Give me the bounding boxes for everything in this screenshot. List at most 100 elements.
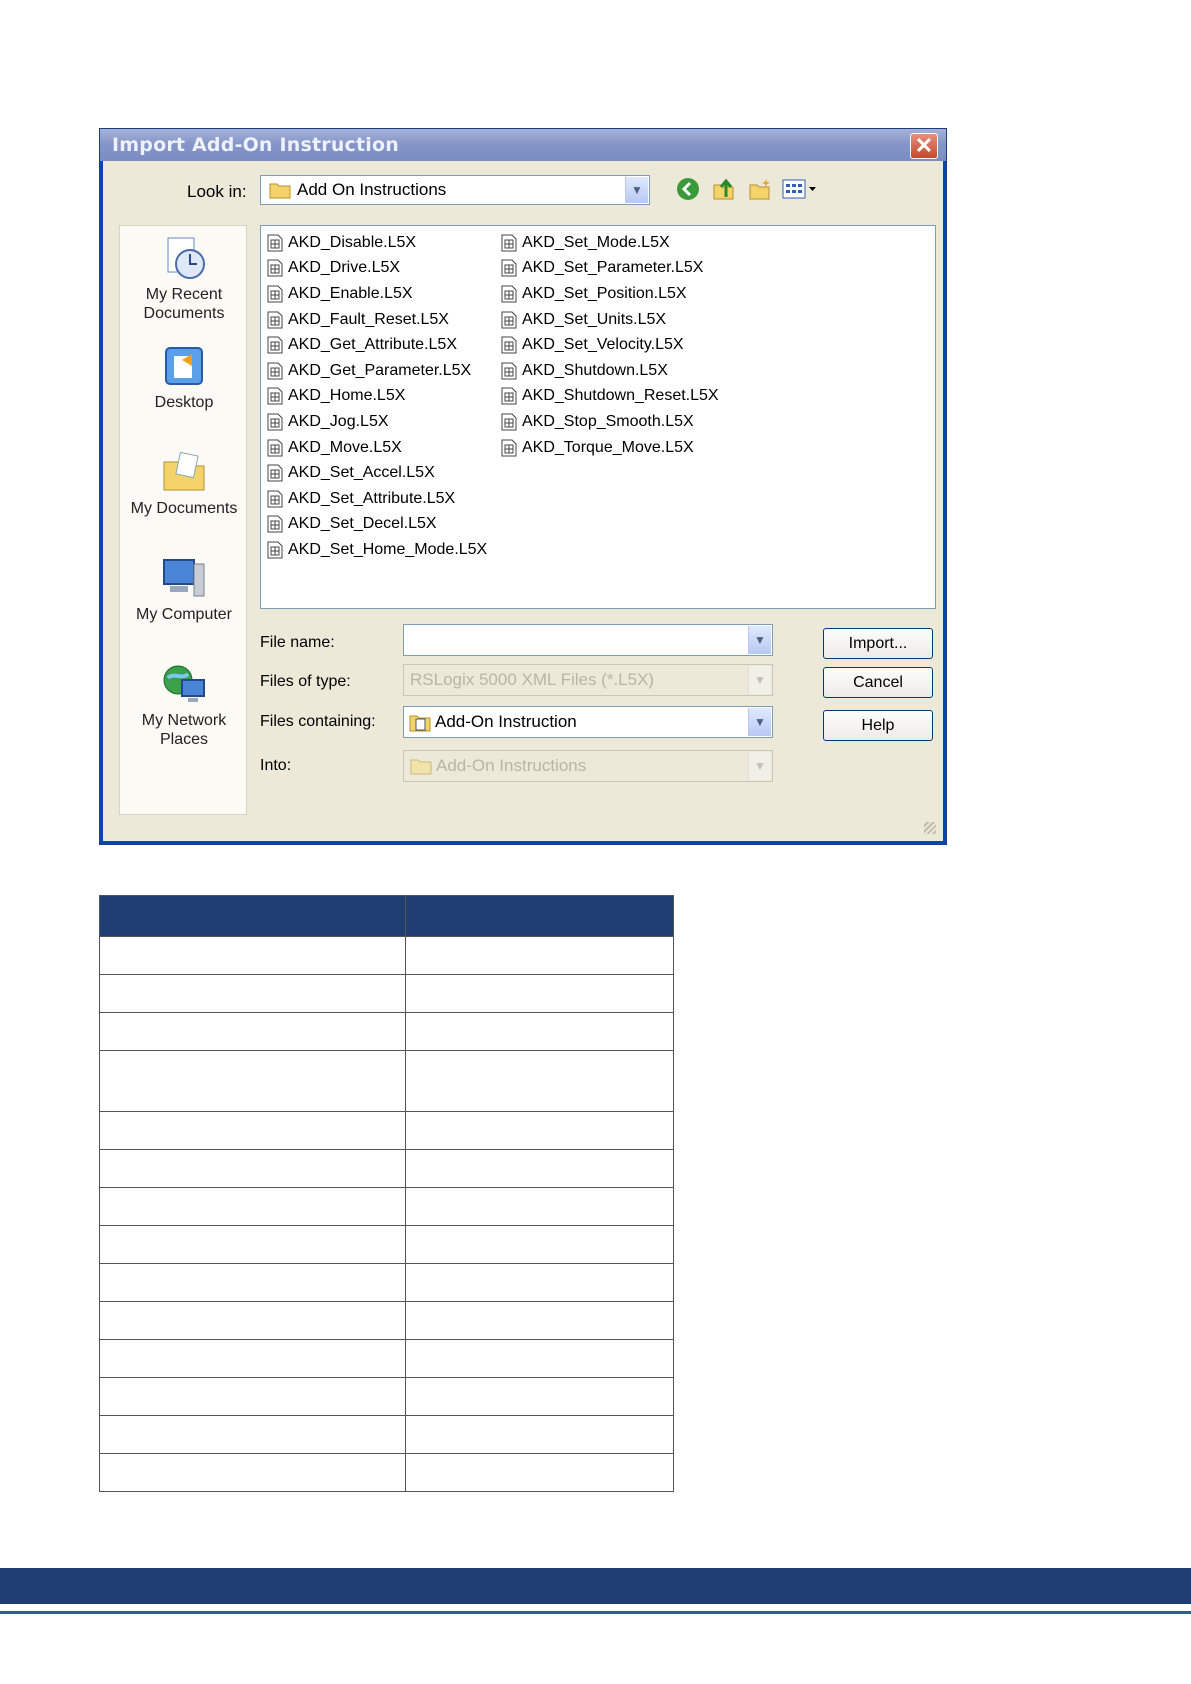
cancel-button[interactable]: Cancel [823,667,933,698]
place-my-computer[interactable]: My Computer [120,554,248,624]
into-select: Add-On Instructions ▼ [403,750,773,782]
table-cell [99,1050,406,1112]
table-cell [99,974,406,1013]
files-containing-select[interactable]: Add-On Instruction ▼ [403,706,773,738]
file-item[interactable]: AKD_Jog.L5X [261,409,487,435]
place-recent-documents[interactable]: My Recent Documents [120,234,248,323]
place-label: Desktop [154,394,214,411]
table-cell [405,1149,674,1188]
l5x-file-icon [501,285,517,303]
table-cell [405,1301,674,1340]
file-item[interactable]: AKD_Drive.L5X [261,256,487,282]
help-button[interactable]: Help [823,710,933,741]
table-row [99,1012,674,1051]
table-cell [99,1339,406,1378]
chevron-down-icon[interactable]: ▼ [748,626,771,654]
place-label: My Computer [135,606,233,623]
file-item[interactable]: AKD_Get_Attribute.L5X [261,332,487,358]
back-button[interactable] [674,175,702,203]
file-item[interactable]: AKD_Set_Attribute.L5X [261,486,487,512]
view-menu-icon [782,179,816,199]
file-item[interactable]: AKD_Enable.L5X [261,281,487,307]
resize-grip[interactable] [924,822,936,834]
table-row [99,1111,674,1150]
table-row [99,1225,674,1264]
place-my-documents[interactable]: My Documents [120,448,248,518]
file-item[interactable]: AKD_Set_Accel.L5X [261,460,487,486]
look-in-select[interactable]: Add On Instructions ▼ [260,175,650,205]
table-cell [99,1012,406,1051]
l5x-file-icon [501,413,517,431]
file-list[interactable]: AKD_Disable.L5X AKD_Drive.L5X AKD_Enable.L… [260,225,936,609]
table-cell [99,1415,406,1454]
new-folder-button[interactable] [746,175,774,203]
file-item[interactable]: AKD_Shutdown.L5X [495,358,719,384]
places-bar: My Recent Documents Desktop My Documents [119,225,247,815]
up-folder-button[interactable] [710,175,738,203]
file-name: AKD_Set_Position.L5X [522,284,687,302]
file-name-label: File name: [260,634,335,651]
file-name: AKD_Torque_Move.L5X [522,438,694,456]
chevron-down-icon[interactable]: ▼ [748,708,771,736]
view-menu-button[interactable] [782,175,818,203]
file-item[interactable]: AKD_Torque_Move.L5X [495,435,719,461]
table-cell [405,1415,674,1454]
table-header-cell [99,895,406,937]
table-row [99,1377,674,1416]
file-item[interactable]: AKD_Stop_Smooth.L5X [495,409,719,435]
l5x-file-icon [267,387,283,405]
table-cell [99,1263,406,1302]
look-in-value: Add On Instructions [297,180,447,199]
new-folder-icon [749,179,770,200]
file-name: AKD_Jog.L5X [288,412,389,430]
file-item[interactable]: AKD_Set_Mode.L5X [495,230,719,256]
l5x-file-icon [267,285,283,303]
table-cell [99,1111,406,1150]
table-cell [405,1187,674,1226]
file-name: AKD_Move.L5X [288,438,402,456]
file-item[interactable]: AKD_Shutdown_Reset.L5X [495,384,719,410]
file-column-2: AKD_Set_Mode.L5X AKD_Set_Parameter.L5X AKD… [495,230,719,460]
dialog-titlebar[interactable]: Import Add-On Instruction ✕ [100,129,946,161]
table-row [99,1050,674,1112]
file-item[interactable]: AKD_Set_Velocity.L5X [495,332,719,358]
file-item[interactable]: AKD_Set_Position.L5X [495,281,719,307]
chevron-down-icon[interactable]: ▼ [625,177,648,203]
file-item[interactable]: AKD_Set_Units.L5X [495,307,719,333]
file-item[interactable]: AKD_Disable.L5X [261,230,487,256]
files-containing-value: Add-On Instruction [435,712,577,731]
place-network-places[interactable]: My Network Places [120,660,248,749]
table-header-row [99,895,674,937]
file-name-input[interactable]: ▼ [403,624,773,656]
desktop-icon [165,347,203,385]
table-cell [405,1225,674,1264]
close-icon[interactable]: ✕ [910,133,938,159]
file-item[interactable]: AKD_Set_Decel.L5X [261,512,487,538]
file-item[interactable]: AKD_Set_Parameter.L5X [495,256,719,282]
file-name: AKD_Enable.L5X [288,284,413,302]
file-name: AKD_Set_Home_Mode.L5X [288,540,488,558]
file-item[interactable]: AKD_Home.L5X [261,384,487,410]
file-name: AKD_Disable.L5X [288,233,417,251]
table-cell [99,1225,406,1264]
footer-rule [0,1611,1191,1614]
l5x-file-icon [501,234,517,252]
table-cell [99,1301,406,1340]
table-header-cell [405,895,674,937]
table-cell [405,974,674,1013]
place-label: My Documents [130,500,238,517]
import-button[interactable]: Import... [823,628,933,659]
file-item[interactable]: AKD_Move.L5X [261,435,487,461]
chevron-down-icon: ▼ [748,752,771,780]
file-item[interactable]: AKD_Fault_Reset.L5X [261,307,487,333]
l5x-file-icon [501,336,517,354]
table-cell [405,1012,674,1051]
file-item[interactable]: AKD_Get_Parameter.L5X [261,358,487,384]
table-row [99,936,674,975]
file-column-1: AKD_Disable.L5X AKD_Drive.L5X AKD_Enable.L… [261,230,487,563]
file-item[interactable]: AKD_Set_Home_Mode.L5X [261,537,487,563]
place-desktop[interactable]: Desktop [120,342,248,412]
file-name: AKD_Home.L5X [288,387,406,405]
table-cell [99,1149,406,1188]
l5x-file-icon [267,234,283,252]
